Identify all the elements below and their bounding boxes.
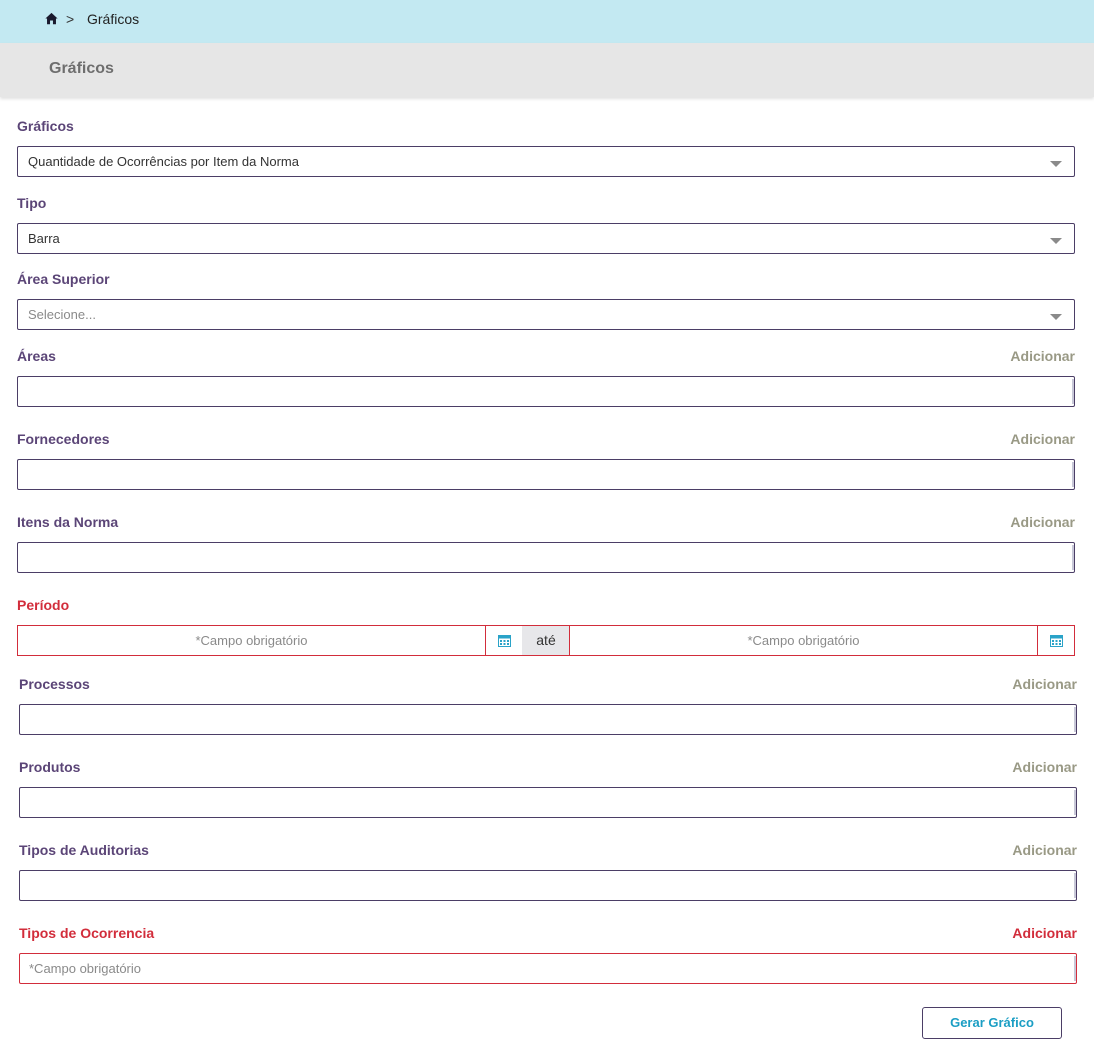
tipos-auditorias-add-link[interactable]: Adicionar xyxy=(1012,842,1077,858)
breadcrumb-current: Gráficos xyxy=(87,11,140,27)
itens-norma-input[interactable] xyxy=(17,542,1075,573)
tipos-auditorias-label: Tipos de Auditorias xyxy=(19,842,149,858)
fornecedores-add-link[interactable]: Adicionar xyxy=(1010,431,1075,447)
fornecedores-label: Fornecedores xyxy=(17,431,110,447)
tipos-ocorrencia-input[interactable]: *Campo obrigatório xyxy=(19,953,1077,984)
home-icon[interactable] xyxy=(45,12,58,25)
page-title: Gráficos xyxy=(49,60,114,77)
generate-chart-button[interactable]: Gerar Gráfico xyxy=(922,1007,1062,1039)
breadcrumb-separator: > xyxy=(66,11,75,27)
area-superior-select[interactable]: Selecione... xyxy=(17,299,1075,330)
graficos-select-value: Quantidade de Ocorrências por Item da No… xyxy=(28,154,299,169)
graficos-select[interactable]: Quantidade de Ocorrências por Item da No… xyxy=(17,146,1075,177)
periodo-start-calendar-button[interactable] xyxy=(485,625,523,656)
calendar-icon xyxy=(498,635,511,647)
area-superior-label: Área Superior xyxy=(17,271,110,287)
page-header: Gráficos xyxy=(0,43,1094,97)
itens-norma-add-link[interactable]: Adicionar xyxy=(1010,514,1075,530)
calendar-icon xyxy=(1050,635,1063,647)
areas-label: Áreas xyxy=(17,348,56,364)
periodo-end-placeholder: *Campo obrigatório xyxy=(747,633,860,648)
periodo-start-placeholder: *Campo obrigatório xyxy=(195,633,308,648)
periodo-separator: até xyxy=(522,625,570,656)
breadcrumb: > Gráficos xyxy=(0,0,1094,43)
tipo-select[interactable]: Barra xyxy=(17,223,1075,254)
periodo-end-input[interactable]: *Campo obrigatório xyxy=(569,625,1038,656)
itens-norma-label: Itens da Norma xyxy=(17,514,119,530)
produtos-input[interactable] xyxy=(19,787,1077,818)
tipos-ocorrencia-placeholder: *Campo obrigatório xyxy=(29,961,142,976)
periodo-start-input[interactable]: *Campo obrigatório xyxy=(17,625,486,656)
areas-add-link[interactable]: Adicionar xyxy=(1010,348,1075,364)
graficos-label: Gráficos xyxy=(17,118,74,134)
produtos-add-link[interactable]: Adicionar xyxy=(1012,759,1077,775)
tipos-auditorias-input[interactable] xyxy=(19,870,1077,901)
tipos-ocorrencia-add-link[interactable]: Adicionar xyxy=(1012,925,1077,941)
chevron-down-icon xyxy=(1050,238,1062,244)
processos-input[interactable] xyxy=(19,704,1077,735)
processos-add-link[interactable]: Adicionar xyxy=(1012,676,1077,692)
tipo-label: Tipo xyxy=(17,195,47,211)
processos-label: Processos xyxy=(19,676,90,692)
tipo-select-value: Barra xyxy=(28,231,60,246)
periodo-label: Período xyxy=(17,597,70,613)
fornecedores-input[interactable] xyxy=(17,459,1075,490)
chevron-down-icon xyxy=(1050,314,1062,320)
chevron-down-icon xyxy=(1050,161,1062,167)
tipos-ocorrencia-label: Tipos de Ocorrencia xyxy=(19,925,155,941)
areas-input[interactable] xyxy=(17,376,1075,407)
periodo-end-calendar-button[interactable] xyxy=(1037,625,1075,656)
produtos-label: Produtos xyxy=(19,759,81,775)
area-superior-placeholder: Selecione... xyxy=(28,307,96,322)
